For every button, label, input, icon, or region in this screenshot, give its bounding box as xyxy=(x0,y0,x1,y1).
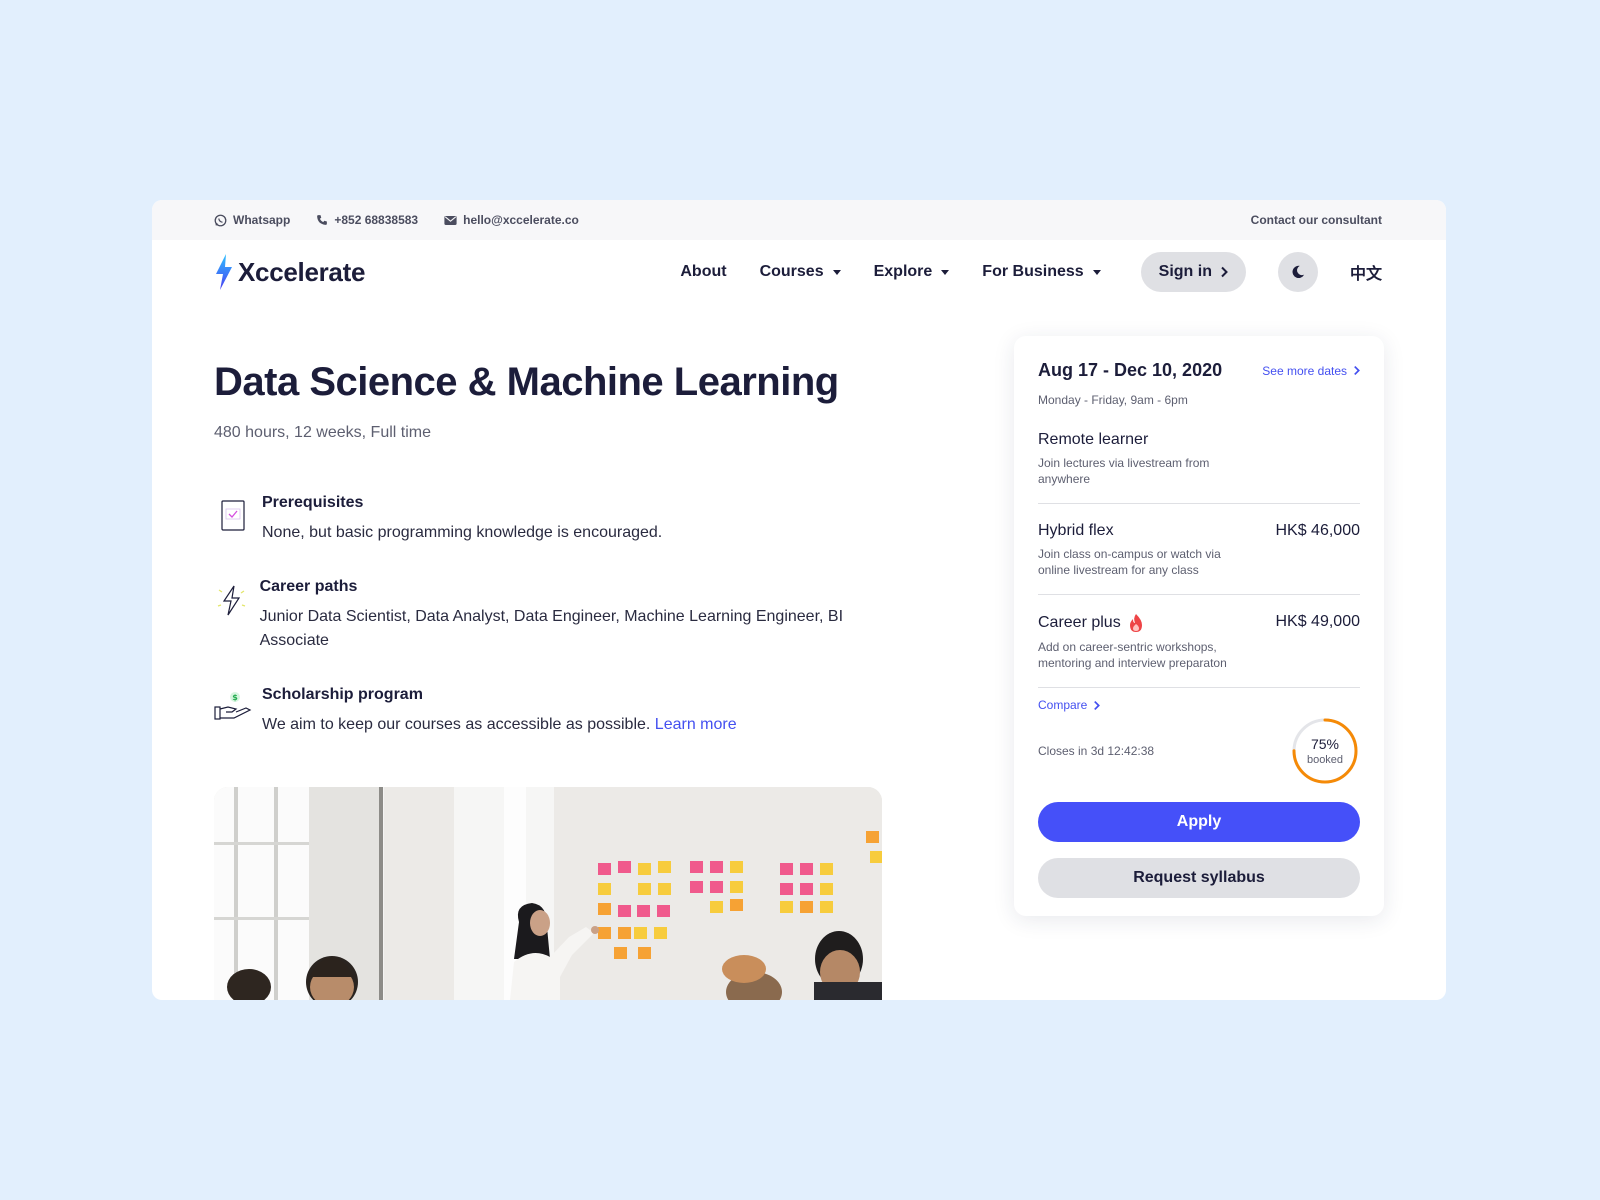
nav-about-label: About xyxy=(680,263,727,280)
plan-remote-learner[interactable]: Remote learner Join lectures via livestr… xyxy=(1038,407,1360,504)
nav-courses[interactable]: Courses xyxy=(760,263,841,281)
mail-icon xyxy=(444,215,457,225)
whatsapp-label: Whatsapp xyxy=(233,213,291,227)
feature-career-paths: Career paths Junior Data Scientist, Data… xyxy=(214,578,874,653)
plan-career-plus[interactable]: Career plus Add on career-sentric worksh… xyxy=(1038,595,1360,688)
plan-name-row: Career plus xyxy=(1038,613,1248,633)
feature-title: Scholarship program xyxy=(262,686,423,703)
top-utility-bar: Whatsapp +852 68838583 hello@xccelerate.… xyxy=(152,200,1446,240)
booked-progress-ring: 75% booked xyxy=(1290,716,1360,786)
logo-text: Xccelerate xyxy=(238,256,366,287)
chevron-right-icon xyxy=(1354,365,1360,376)
plan-description: Add on career-sentric workshops, mentori… xyxy=(1038,640,1227,670)
closing-countdown: Closes in 3d 12:42:38 xyxy=(1038,744,1155,758)
plan-price: HK$ 49,000 xyxy=(1275,613,1360,630)
hand-money-icon: $ xyxy=(214,686,252,724)
main-nav: Xccelerate About Courses Explore For Bus… xyxy=(152,240,1446,304)
feature-description-text: We aim to keep our courses as accessible… xyxy=(262,716,651,733)
nav-about[interactable]: About xyxy=(680,263,726,281)
sign-in-button[interactable]: Sign in xyxy=(1140,252,1246,292)
feature-prerequisites: Prerequisites None, but basic programmin… xyxy=(214,494,874,545)
logo[interactable]: Xccelerate xyxy=(214,254,365,290)
plan-name: Remote learner xyxy=(1038,431,1149,448)
browser-window: Whatsapp +852 68838583 hello@xccelerate.… xyxy=(152,200,1446,1000)
caret-down-icon xyxy=(832,269,841,275)
sign-in-label: Sign in xyxy=(1158,263,1212,280)
plan-description: Join class on-campus or watch via online… xyxy=(1038,547,1221,577)
dark-mode-toggle[interactable] xyxy=(1277,252,1318,292)
request-syllabus-button[interactable]: Request syllabus xyxy=(1038,858,1360,898)
contact-consultant-link[interactable]: Contact our consultant xyxy=(1251,213,1382,227)
feature-description: Junior Data Scientist, Data Analyst, Dat… xyxy=(259,608,844,649)
nav-courses-label: Courses xyxy=(759,263,824,280)
phone-number: +852 68838583 xyxy=(334,213,419,227)
bolt-logo-icon xyxy=(216,254,232,290)
compare-label: Compare xyxy=(1038,698,1088,712)
cohort-dates: Aug 17 - Dec 10, 2020 xyxy=(1038,360,1223,380)
booking-card: Aug 17 - Dec 10, 2020 See more dates Mon… xyxy=(1014,336,1384,916)
svg-text:$: $ xyxy=(232,693,238,702)
nav-explore[interactable]: Explore xyxy=(874,263,950,281)
feature-description: We aim to keep our courses as accessible… xyxy=(262,713,737,737)
caret-down-icon xyxy=(1092,269,1101,275)
plan-name: Career plus xyxy=(1038,614,1121,631)
phone-icon xyxy=(317,215,328,225)
moon-icon xyxy=(1292,265,1305,279)
course-subtitle: 480 hours, 12 weeks, Full time xyxy=(214,424,431,441)
email-link[interactable]: hello@xccelerate.co xyxy=(444,213,579,227)
booked-label: booked xyxy=(1306,754,1344,766)
caret-down-icon xyxy=(941,269,950,275)
plan-price: HK$ 46,000 xyxy=(1275,522,1360,539)
lightning-icon xyxy=(214,578,250,616)
learn-more-link[interactable]: Learn more xyxy=(655,716,737,733)
plan-name: Hybrid flex xyxy=(1038,522,1114,539)
booked-percent: 75% xyxy=(1310,736,1340,752)
see-more-dates-link[interactable]: See more dates xyxy=(1262,364,1360,378)
apply-button[interactable]: Apply xyxy=(1038,802,1360,842)
language-switch[interactable]: 中文 xyxy=(1350,260,1382,284)
course-photo xyxy=(214,787,882,1000)
whatsapp-link[interactable]: Whatsapp xyxy=(214,213,290,227)
plan-hybrid-flex[interactable]: Hybrid flex Join class on-campus or watc… xyxy=(1038,504,1360,595)
feature-scholarship-program: $ Scholarship program We aim to keep our… xyxy=(214,686,874,737)
phone-link[interactable]: +852 68838583 xyxy=(316,213,418,227)
nav-business-label: For Business xyxy=(982,263,1084,280)
feature-title: Prerequisites xyxy=(262,494,364,511)
feature-title: Career paths xyxy=(259,578,358,595)
schedule-text: Monday - Friday, 9am - 6pm xyxy=(1038,393,1188,407)
see-more-dates-label: See more dates xyxy=(1262,363,1347,378)
checklist-icon xyxy=(214,494,252,532)
nav-explore-label: Explore xyxy=(873,263,933,280)
chevron-right-icon xyxy=(1094,700,1101,710)
feature-description: None, but basic programming knowledge is… xyxy=(262,524,663,541)
course-title: Data Science & Machine Learning xyxy=(214,360,839,404)
email-address: hello@xccelerate.co xyxy=(463,213,579,227)
chevron-right-icon xyxy=(1221,266,1228,278)
fire-icon xyxy=(1129,614,1142,632)
nav-for-business[interactable]: For Business xyxy=(982,263,1101,281)
whatsapp-icon xyxy=(214,214,227,226)
plan-description: Join lectures via livestream from anywhe… xyxy=(1038,456,1210,486)
compare-link[interactable]: Compare xyxy=(1038,698,1360,712)
